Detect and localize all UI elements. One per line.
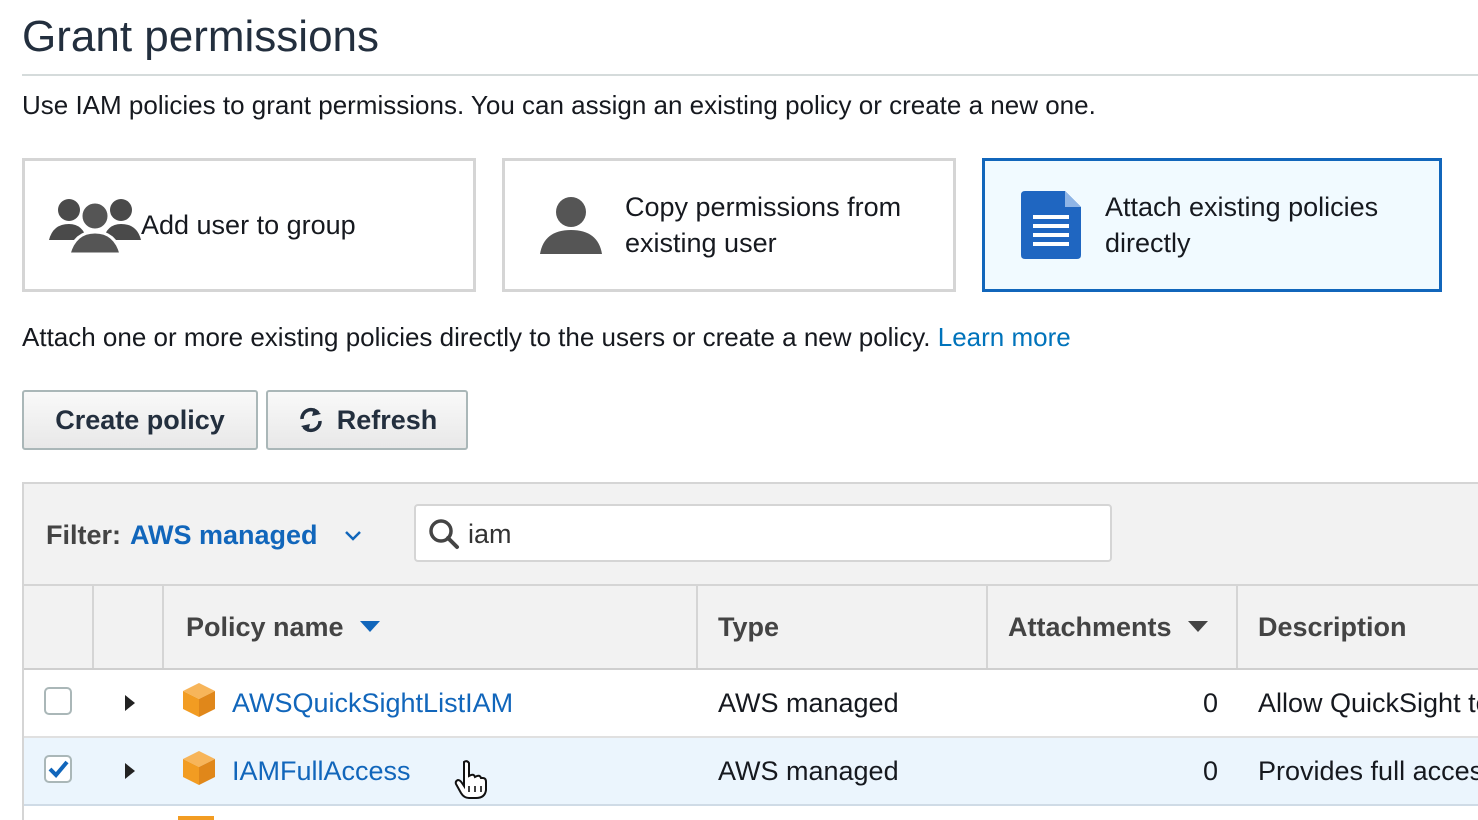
row-checkbox[interactable] (44, 687, 72, 715)
option-attach-policies[interactable]: Attach existing policies directly (982, 158, 1442, 292)
header-policy-name[interactable]: Policy name (164, 586, 698, 668)
policy-box-icon (183, 751, 215, 785)
refresh-button[interactable]: Refresh (266, 390, 468, 450)
policy-name-link[interactable]: IAMFullAccess (232, 738, 411, 804)
expand-arrow-icon[interactable] (124, 694, 136, 712)
table-row[interactable]: AWSQuickSightListIAM AWS managed 0 Allow… (24, 670, 1478, 738)
attach-text: Attach one or more existing policies dir… (22, 322, 931, 352)
next-row-peek (178, 816, 214, 820)
policy-attachments: 0 (1202, 687, 1218, 718)
option-label: Add user to group (141, 210, 356, 240)
document-icon (1019, 191, 1083, 259)
page-title: Grant permissions (22, 12, 380, 61)
policy-description: Allow QuickSight to list IAM entities (1258, 687, 1478, 718)
hand-cursor-icon (454, 760, 487, 799)
policy-name-link[interactable]: AWSQuickSightListIAM (232, 670, 513, 736)
header-label: Description (1258, 611, 1407, 642)
checkmark-icon (48, 760, 69, 778)
users-group-icon (49, 194, 141, 256)
policy-type: AWS managed (718, 755, 899, 786)
expand-arrow-icon[interactable] (124, 762, 136, 780)
refresh-label: Refresh (336, 404, 438, 435)
attach-description: Attach one or more existing policies dir… (22, 322, 1071, 353)
sort-down-icon (359, 621, 380, 632)
chevron-down-icon[interactable] (344, 530, 362, 542)
option-label: Copy permissions from existing user (625, 192, 902, 258)
table-row[interactable]: IAMFullAccess AWS managed 0 Provides ful… (24, 738, 1478, 806)
row-checkbox[interactable] (44, 755, 72, 783)
create-policy-button[interactable]: Create policy (22, 390, 258, 450)
search-icon (429, 519, 459, 549)
refresh-icon (299, 407, 322, 433)
policy-box-icon (183, 683, 215, 717)
header-label: Policy name (186, 611, 344, 642)
policy-description: Provides full access to IAM via the AWS … (1258, 755, 1478, 786)
header-label: Type (718, 611, 780, 642)
policy-type: AWS managed (718, 687, 899, 718)
title-divider (22, 74, 1478, 76)
intro-text: Use IAM policies to grant permissions. Y… (22, 90, 1096, 120)
filter-dropdown[interactable]: AWS managed (130, 520, 318, 551)
sort-down-icon (1187, 621, 1208, 632)
learn-more-link[interactable]: Learn more (938, 322, 1071, 352)
option-add-user-to-group[interactable]: Add user to group (22, 158, 476, 292)
table-header: Policy name Type Attachments Description (24, 586, 1478, 670)
search-box[interactable] (414, 504, 1112, 562)
user-icon (539, 196, 603, 254)
filter-label: Filter: (46, 520, 122, 550)
option-label: Attach existing policies directly (1105, 192, 1379, 258)
header-description[interactable]: Description (1238, 586, 1478, 668)
policy-table: Filter: AWS managed Policy name Type Att… (22, 482, 1478, 820)
policy-attachments: 0 (1202, 755, 1218, 786)
option-copy-permissions[interactable]: Copy permissions from existing user (502, 158, 956, 292)
header-select (24, 586, 94, 668)
create-policy-label: Create policy (55, 404, 225, 435)
header-attachments[interactable]: Attachments (988, 586, 1238, 668)
header-label: Attachments (1008, 611, 1172, 642)
search-input[interactable] (466, 510, 1090, 558)
header-type[interactable]: Type (698, 586, 988, 668)
filter-bar: Filter: AWS managed (24, 484, 1478, 586)
header-expand (94, 586, 164, 668)
